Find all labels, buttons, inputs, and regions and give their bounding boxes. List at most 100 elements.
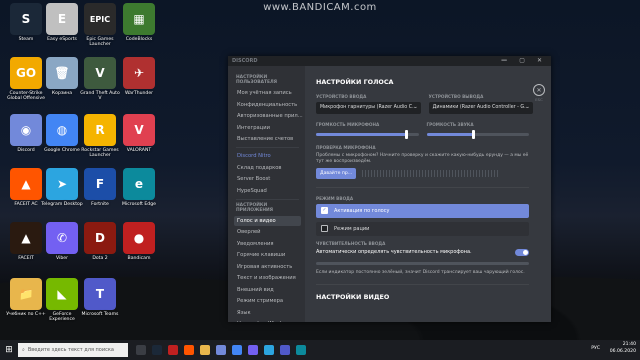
meter-bar <box>416 169 418 177</box>
close-icon[interactable]: ✕ <box>533 84 545 96</box>
sidebar-item[interactable]: Язык <box>234 308 301 318</box>
output-device-value: Динамики (Razer Audio Controller - G... <box>432 105 529 110</box>
system-clock[interactable]: 21:40 06.06.2020 <box>610 342 636 356</box>
taskbar-pinned-apps <box>136 345 306 355</box>
sidebar-item[interactable]: Конфиденциальность <box>234 100 301 110</box>
desktop-shortcut[interactable]: e Microsoft Edge <box>117 168 161 207</box>
meter-bar <box>383 169 385 177</box>
language-indicator[interactable]: РУС <box>591 346 600 351</box>
auto-sensitivity-label: Автоматически определять чувствительност… <box>316 249 472 256</box>
desktop-shortcut[interactable]: R Rockstar Games Launcher <box>78 114 122 159</box>
desktop-shortcut[interactable]: ▦ CodeBlocks <box>117 3 161 42</box>
esc-hint: ESC <box>535 97 543 102</box>
recycle-bin-icon: 🗑 <box>46 57 78 89</box>
output-device-select[interactable]: Динамики (Razer Audio Controller - G... … <box>428 102 533 114</box>
sound-volume-label: ГРОМКОСТЬ ЗВУКА <box>426 122 474 127</box>
page-title: НАСТРОЙКИ ГОЛОСА <box>316 78 394 86</box>
meter-bar <box>395 169 397 177</box>
meter-bar <box>377 169 379 177</box>
sidebar-item[interactable]: Внешний вид <box>234 285 301 295</box>
desktop-shortcut[interactable]: V VALORANT <box>117 114 161 153</box>
desktop-shortcut[interactable]: T Microsoft Teams <box>78 278 122 317</box>
meter-bar <box>461 169 463 177</box>
meter-bar <box>389 169 391 177</box>
user-settings-header: НАСТРОЙКИ ПОЛЬЗОВАТЕЛЯ <box>236 75 278 85</box>
desktop-shortcut[interactable]: F Fortnite <box>78 168 122 207</box>
sidebar-item[interactable]: Авторизованные прил... <box>234 111 303 121</box>
telegram-icon: ➤ <box>46 168 78 200</box>
meter-bar <box>413 169 415 177</box>
discord-icon[interactable] <box>216 345 226 355</box>
meter-bar <box>422 169 424 177</box>
meter-bar <box>446 169 448 177</box>
taskbar-search[interactable]: ⌕ Введите здесь текст для поиска <box>18 343 128 357</box>
sidebar-item[interactable]: Текст и изображения <box>234 273 301 283</box>
voice-activity-label: Активация по голосу <box>334 207 390 214</box>
mic-check-description: Проблемы с микрофоном? Начните проверку … <box>316 153 529 164</box>
sidebar-item[interactable]: Выставление счетов <box>234 134 301 144</box>
meter-bar <box>410 169 412 177</box>
desktop-shortcut[interactable]: ● Bandicam <box>117 222 161 261</box>
mic-volume-fill <box>316 133 407 136</box>
bandicam-icon[interactable] <box>168 345 178 355</box>
meter-bar <box>380 169 382 177</box>
edge-icon[interactable] <box>296 345 306 355</box>
voice-activity-option[interactable]: ✓ Активация по голосу <box>316 203 529 218</box>
meter-bar <box>443 169 445 177</box>
meter-bar <box>404 169 406 177</box>
push-to-talk-option[interactable]: Режим рации <box>316 221 529 236</box>
desktop-shortcut[interactable]: EPIC Epic Games Launcher <box>78 3 122 48</box>
sidebar-item[interactable]: Режим стримера <box>234 296 301 306</box>
windows-start-icon[interactable]: ⊞ <box>0 340 18 360</box>
clock-time: 21:40 <box>622 342 636 347</box>
edge-icon: e <box>123 168 155 200</box>
meter-bar <box>470 169 472 177</box>
input-device-value: Микрофон гарнитуры (Razer Audio C... <box>320 105 417 110</box>
sidebar-item[interactable]: Настройки Windows <box>234 319 301 322</box>
sound-volume-slider[interactable] <box>426 130 529 139</box>
steam-icon: S <box>10 3 42 35</box>
desktop-shortcut[interactable]: D Dota 2 <box>78 222 122 261</box>
sidebar-item[interactable]: Оверлей <box>234 227 301 237</box>
chrome-icon: ◍ <box>46 114 78 146</box>
faceit-icon[interactable] <box>184 345 194 355</box>
sidebar-item[interactable]: Игровая активность <box>234 262 301 272</box>
sidebar-item[interactable]: HypeSquad <box>234 186 301 196</box>
mic-volume-slider[interactable] <box>316 130 419 139</box>
sidebar-item[interactable]: Голос и видео <box>234 215 301 226</box>
sidebar-item[interactable]: Server Boost <box>234 174 301 184</box>
meter-bar <box>485 169 487 177</box>
sensitivity-note: Если индикатор постоянно зелёный, значит… <box>316 269 525 275</box>
input-device-select[interactable]: Микрофон гарнитуры (Razer Audio C... ⌄ <box>316 102 421 114</box>
telegram-icon[interactable] <box>264 345 274 355</box>
meter-bar <box>392 169 394 177</box>
sidebar-item[interactable]: Горячие клавиши <box>234 250 301 260</box>
desktop-shortcut[interactable]: V Grand Theft Auto V <box>78 57 122 102</box>
sidebar-item[interactable]: Склад подарков <box>234 163 301 173</box>
viber-icon[interactable] <box>248 345 258 355</box>
sound-volume-handle[interactable] <box>471 130 475 139</box>
app-settings-header: НАСТРОЙКИ ПРИЛОЖЕНИЯ <box>236 202 274 213</box>
auto-sensitivity-toggle[interactable] <box>515 248 529 256</box>
desktop-shortcut[interactable]: ✈ WarThunder <box>117 57 161 96</box>
meter-bar <box>449 169 451 177</box>
epic-games-icon: EPIC <box>84 3 116 35</box>
mic-volume-handle[interactable] <box>405 130 409 139</box>
task-view-icon[interactable] <box>136 345 146 355</box>
mic-check-button[interactable]: Давайте пр... <box>316 167 357 179</box>
sidebar-item[interactable]: Discord Nitro <box>234 151 301 161</box>
window-controls[interactable]: — ▢ ✕ <box>501 57 547 64</box>
chrome-icon[interactable] <box>232 345 242 355</box>
meter-bar <box>371 169 373 177</box>
teams-icon[interactable] <box>280 345 290 355</box>
sidebar-item[interactable]: Интеграции <box>234 123 301 133</box>
sidebar-item[interactable]: Уведомления <box>234 239 301 249</box>
sidebar-item[interactable]: Моя учётная запись <box>234 88 301 98</box>
meter-bar <box>482 169 484 177</box>
close-settings[interactable]: ✕ ESC <box>533 84 545 102</box>
steam-icon[interactable] <box>152 345 162 355</box>
meter-bar <box>407 169 409 177</box>
search-placeholder: Введите здесь текст для поиска <box>27 347 114 353</box>
file-explorer-icon[interactable] <box>200 345 210 355</box>
meter-bar <box>452 169 454 177</box>
